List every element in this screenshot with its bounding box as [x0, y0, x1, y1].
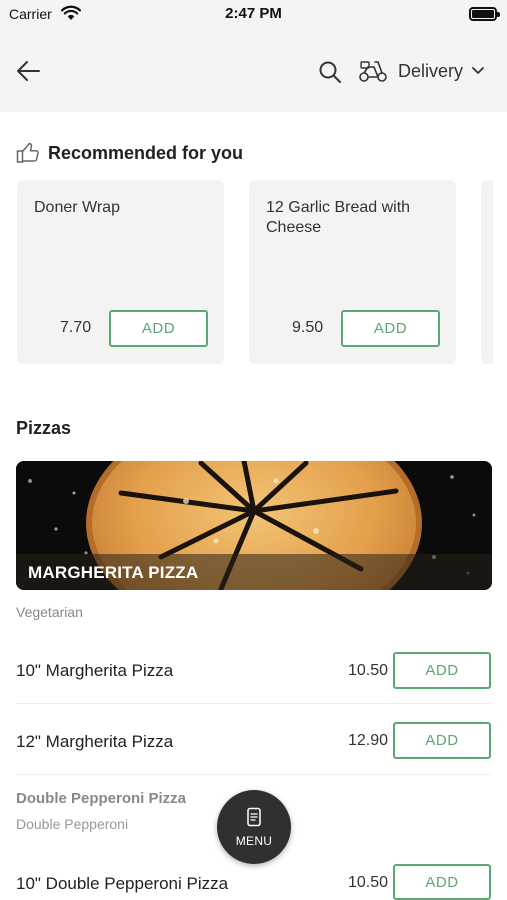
- menu-book-icon: [247, 807, 261, 827]
- menu-item-price: 10.50: [347, 874, 388, 891]
- menu-item-price: 10.50: [347, 662, 388, 679]
- recommended-item-price: 7.70: [60, 319, 92, 336]
- recommended-header: Recommended for you: [16, 142, 243, 164]
- item-group-subtitle: Double Pepperoni: [16, 816, 129, 832]
- add-button[interactable]: ADD: [393, 864, 491, 900]
- banner-caption: MARGHERITA PIZZA: [16, 554, 492, 590]
- menu-item-name: 10" Margherita Pizza: [16, 661, 174, 680]
- recommended-card[interactable]: 12 Garlic Bread with Cheese 9.50 ADD: [249, 180, 456, 364]
- menu-item-name: 12" Margherita Pizza: [16, 732, 174, 751]
- top-header: Delivery: [0, 30, 507, 112]
- recommended-item-name: Doner Wrap: [34, 199, 120, 216]
- add-button[interactable]: ADD: [109, 310, 208, 347]
- category-banner: MARGHERITA PIZZA: [16, 461, 492, 590]
- recommended-card-partial[interactable]: [481, 180, 493, 364]
- scooter-icon: [359, 61, 387, 82]
- back-arrow-icon[interactable]: [14, 57, 42, 85]
- add-button[interactable]: ADD: [393, 722, 491, 759]
- banner-title: MARGHERITA PIZZA: [28, 563, 199, 582]
- order-type-label: Delivery: [398, 60, 464, 81]
- row-divider: [16, 774, 491, 775]
- search-icon[interactable]: [318, 60, 342, 84]
- menu-item-price: 12.90: [347, 732, 388, 749]
- row-divider: [16, 703, 491, 704]
- status-time: 2:47 PM: [225, 5, 282, 22]
- recommended-item-name: 12 Garlic Bread with Cheese: [266, 199, 411, 236]
- recommended-card[interactable]: Doner Wrap 7.70 ADD: [17, 180, 224, 364]
- category-title: Pizzas: [16, 418, 72, 438]
- add-button[interactable]: ADD: [393, 652, 491, 689]
- menu-item-row[interactable]: 10" Margherita Pizza 10.50 ADD: [16, 637, 491, 709]
- menu-fab-button[interactable]: MENU: [217, 790, 291, 864]
- menu-item-row[interactable]: 12" Margherita Pizza 12.90 ADD: [16, 707, 491, 779]
- category-description: Vegetarian: [16, 604, 83, 620]
- status-bar: Carrier 2:47 PM: [0, 0, 507, 30]
- menu-item-name: 10" Double Pepperoni Pizza: [16, 874, 229, 893]
- order-type-selector[interactable]: Delivery: [358, 56, 485, 86]
- battery-icon: [469, 7, 500, 21]
- add-button[interactable]: ADD: [341, 310, 440, 347]
- menu-fab-label: MENU: [235, 834, 273, 848]
- recommended-item-price: 9.50: [292, 319, 324, 336]
- recommended-title: Recommended for you: [48, 142, 244, 163]
- chevron-down-icon: [472, 67, 484, 74]
- thumbs-up-icon: [16, 142, 39, 163]
- item-group-title: Double Pepperoni Pizza: [16, 790, 187, 807]
